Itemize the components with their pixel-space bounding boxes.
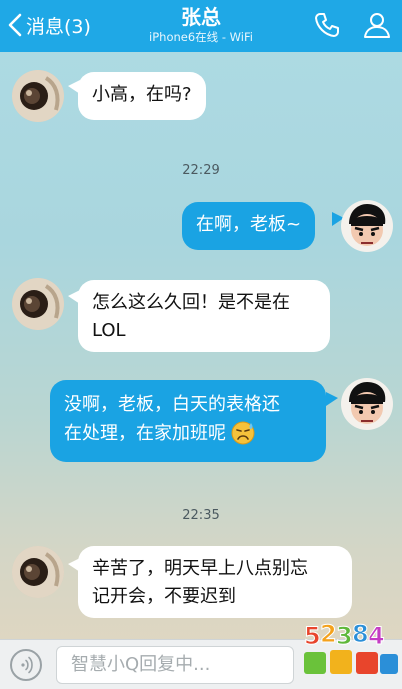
contact-info[interactable]: 张总 iPhone6在线 - WiFi bbox=[100, 4, 302, 45]
message-bubble-outgoing[interactable]: 没啊，老板，白天的表格还 在处理，在家加班呢 bbox=[50, 380, 326, 462]
chevron-left-icon bbox=[8, 13, 22, 37]
contact-name: 张总 bbox=[181, 5, 221, 29]
contact-avatar[interactable] bbox=[12, 70, 64, 122]
contact-avatar-image bbox=[12, 70, 64, 122]
self-avatar-image bbox=[341, 200, 393, 252]
contact-status: iPhone6在线 - WiFi bbox=[149, 30, 253, 44]
svg-text:8: 8 bbox=[352, 620, 369, 648]
message-text-line: 没啊，老板，白天的表格还 bbox=[64, 394, 280, 415]
sad-sweat-emoji-icon bbox=[231, 421, 255, 445]
message-text-line: 怎么这么久回！是不是在 bbox=[92, 292, 290, 313]
contact-avatar-image bbox=[12, 278, 64, 330]
site-watermark-logo: 5 2 3 8 4 bbox=[304, 620, 398, 674]
phone-icon[interactable] bbox=[312, 10, 342, 40]
message-bubble-incoming[interactable]: 辛苦了，明天早上八点别忘 记开会，不要迟到 bbox=[78, 546, 352, 618]
chat-header: 消息(3) 张总 iPhone6在线 - WiFi bbox=[0, 0, 402, 52]
contact-avatar[interactable] bbox=[12, 278, 64, 330]
svg-text:3: 3 bbox=[336, 622, 353, 650]
message-text: 小高，在吗? bbox=[92, 84, 192, 105]
back-button[interactable]: 消息(3) bbox=[8, 10, 91, 40]
bubble-tail bbox=[326, 392, 338, 406]
voice-input-button[interactable] bbox=[10, 649, 42, 681]
timestamp: 22:35 bbox=[182, 508, 220, 523]
message-bubble-incoming[interactable]: 小高，在吗? bbox=[78, 72, 206, 120]
message-text-line: 辛苦了，明天早上八点别忘 bbox=[92, 558, 308, 579]
message-text-line: 在处理，在家加班呢 bbox=[64, 423, 226, 444]
contact-avatar-image bbox=[12, 546, 64, 598]
back-label: 消息(3) bbox=[26, 15, 91, 38]
profile-icon[interactable] bbox=[362, 10, 392, 40]
message-text-line: 记开会，不要迟到 bbox=[92, 586, 236, 607]
message-text: 在啊，老板~ bbox=[196, 214, 302, 235]
contact-avatar[interactable] bbox=[12, 546, 64, 598]
self-avatar-image bbox=[341, 378, 393, 430]
self-avatar[interactable] bbox=[341, 200, 393, 252]
self-avatar[interactable] bbox=[341, 378, 393, 430]
voice-wave-icon bbox=[21, 656, 33, 674]
message-bubble-outgoing[interactable]: 在啊，老板~ bbox=[182, 202, 316, 250]
svg-text:5: 5 bbox=[304, 622, 321, 650]
svg-text:4: 4 bbox=[368, 622, 385, 650]
timestamp: 22:29 bbox=[182, 163, 220, 178]
svg-text:2: 2 bbox=[320, 620, 337, 648]
message-text-line: LOL bbox=[92, 320, 126, 341]
message-input[interactable]: 智慧小Q回复中... bbox=[56, 646, 294, 684]
message-bubble-incoming[interactable]: 怎么这么久回！是不是在 LOL bbox=[78, 280, 330, 352]
